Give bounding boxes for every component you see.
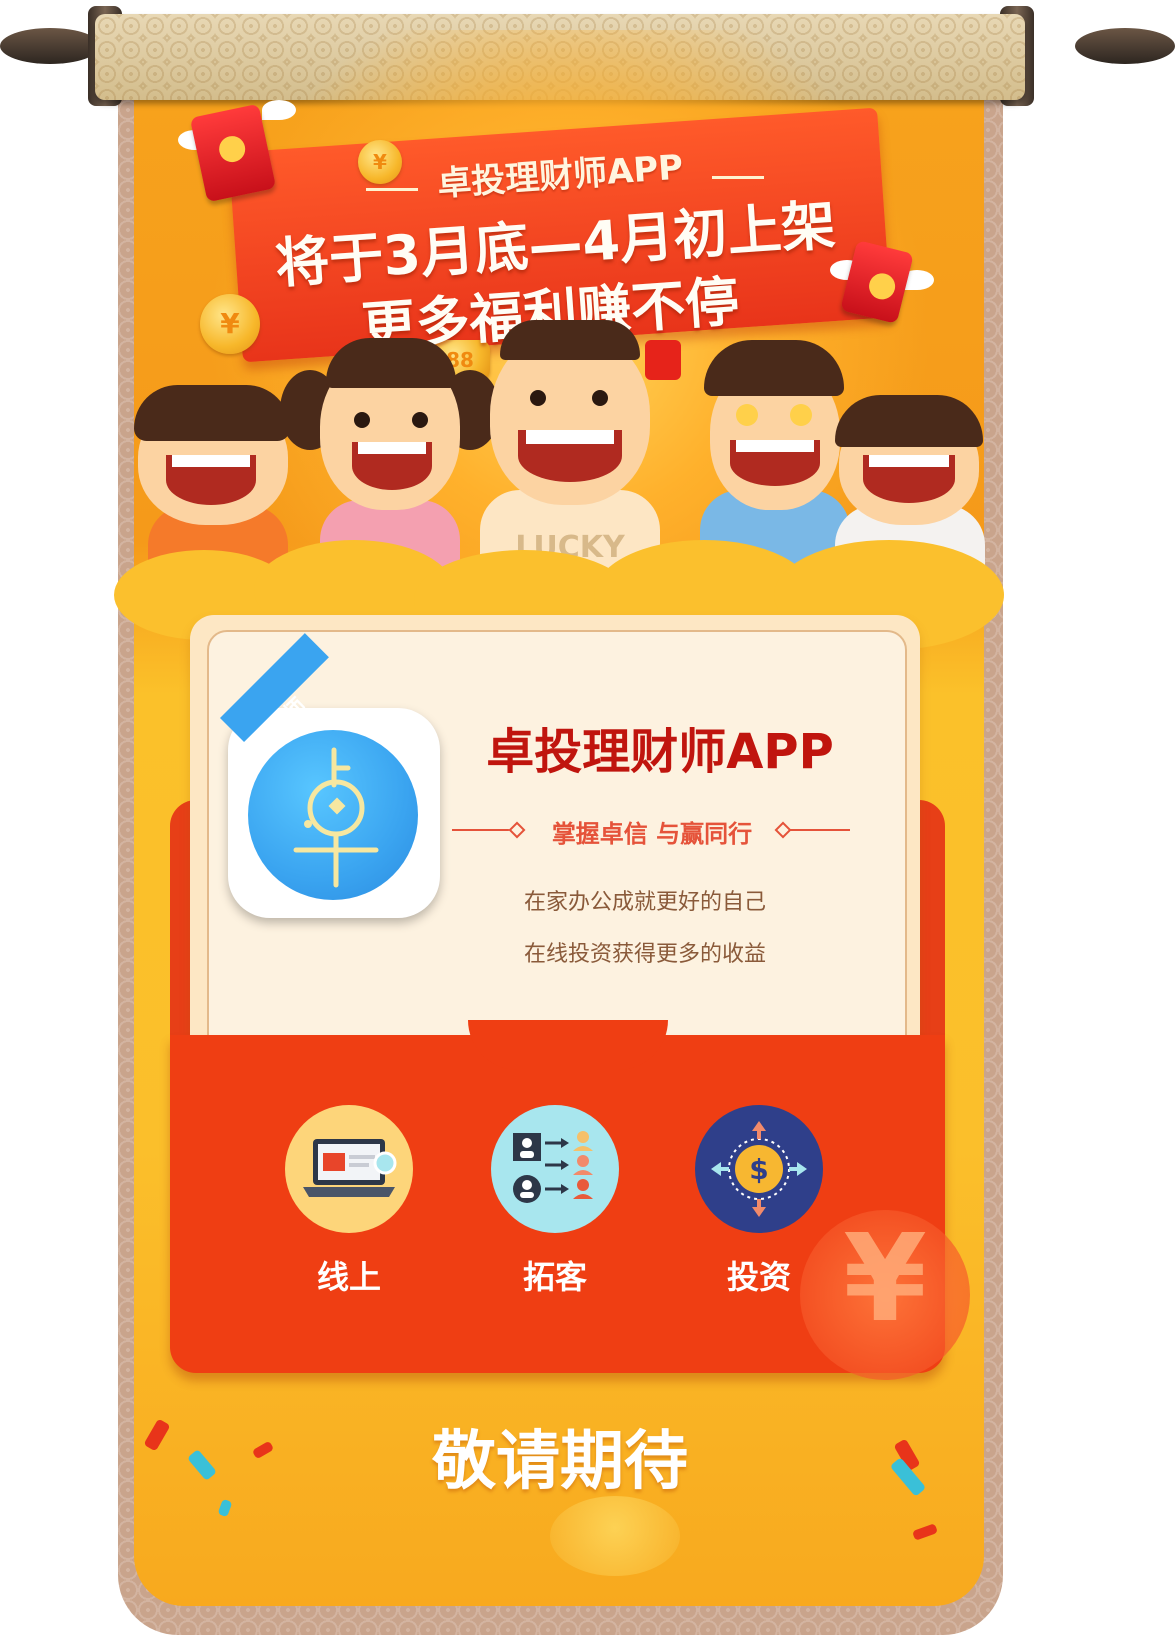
- svg-text:$: $: [749, 1153, 768, 1186]
- feature-online-label: 线上: [316, 1258, 381, 1296]
- feature-customer-label: 拓客: [522, 1258, 587, 1296]
- slogan-decor-line: [790, 829, 850, 831]
- feature-invest-label: 投资: [726, 1258, 791, 1296]
- slogan-decor-line: [452, 829, 514, 831]
- laptop-icon: [303, 1139, 397, 1197]
- coin-icon: ¥: [200, 294, 260, 354]
- app-logo-icon: [293, 747, 379, 888]
- roller-knob-left: [0, 28, 100, 64]
- pocket-scallop: [468, 1020, 668, 1070]
- customer-network-icon: [513, 1131, 593, 1203]
- coin-pile: [550, 1496, 680, 1576]
- wing-icon: [262, 100, 296, 120]
- dollar-invest-icon: $: [711, 1121, 807, 1217]
- card-description-line: 在线投资获得更多的收益: [523, 942, 766, 967]
- roller-knob-right: [1075, 28, 1175, 64]
- footer-text: 敬请期待: [432, 1425, 688, 1499]
- red-envelope-icon: [645, 340, 681, 380]
- card-description-line: 在家办公成就更好的自己: [523, 890, 766, 915]
- coin-eye-icon: [736, 404, 758, 426]
- feature-online-button[interactable]: [285, 1105, 413, 1233]
- feature-invest-button[interactable]: $: [695, 1105, 823, 1233]
- yen-icon: ¥: [843, 1210, 927, 1349]
- coin-eye-icon: [790, 404, 812, 426]
- card-slogan: 掌握卓信 与赢同行: [551, 820, 753, 848]
- cloud-band: [114, 510, 1004, 650]
- feature-customer-button[interactable]: [491, 1105, 619, 1233]
- card-title: 卓投理财师APP: [486, 724, 834, 780]
